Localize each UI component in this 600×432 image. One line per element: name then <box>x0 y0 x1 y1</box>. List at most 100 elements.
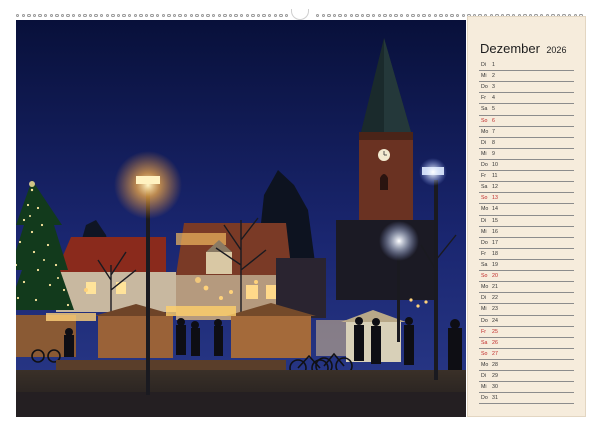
binding-hole <box>422 14 426 18</box>
binding-hole <box>128 14 132 18</box>
binding-hole <box>55 14 59 18</box>
day-number: 11 <box>492 173 498 180</box>
day-row[interactable]: Do 3 <box>479 82 574 94</box>
day-number: 8 <box>492 139 495 146</box>
weekday-label: Mo <box>481 361 489 368</box>
binding-hole <box>16 14 20 18</box>
day-number: 9 <box>492 150 495 157</box>
day-row[interactable]: Fr 18 <box>479 249 574 260</box>
day-number: 7 <box>492 128 495 135</box>
binding-hole <box>388 14 393 18</box>
day-row[interactable]: Di 22 <box>479 293 574 305</box>
day-row[interactable]: Fr 11 <box>479 171 574 183</box>
day-number: 6 <box>492 117 495 124</box>
binding-hole <box>223 14 227 18</box>
binding-hole <box>94 14 98 18</box>
binding-hole <box>240 14 244 18</box>
day-row[interactable]: Mi 23 <box>479 304 574 316</box>
day-number: 18 <box>492 250 498 257</box>
weekday-label: Di <box>481 139 487 146</box>
month-year: 2026 <box>546 45 567 55</box>
binding-hole <box>439 14 443 18</box>
binding-hole <box>195 14 199 18</box>
day-number: 21 <box>492 284 498 291</box>
day-row[interactable]: Sa 19 <box>479 260 574 272</box>
weekday-label: So <box>481 117 488 124</box>
binding-hole <box>284 14 289 18</box>
binding-hole <box>156 14 160 18</box>
weekday-label: Di <box>481 62 487 68</box>
weekday-label: Mi <box>481 306 487 313</box>
binding-hole <box>212 14 216 18</box>
binding-hole <box>172 14 177 18</box>
binding-hole <box>377 14 381 18</box>
binding-hole <box>228 14 233 18</box>
day-number: 29 <box>492 373 498 380</box>
weekday-label: Di <box>481 373 487 380</box>
day-row[interactable]: So 6 <box>479 116 574 127</box>
weekday-label: Fr <box>481 328 486 335</box>
day-number: 19 <box>492 261 498 268</box>
day-number: 12 <box>492 184 498 191</box>
christmas-market-photo <box>16 20 466 417</box>
day-row[interactable]: Fr 4 <box>479 93 574 105</box>
day-number: 25 <box>492 328 498 335</box>
day-row[interactable]: So 13 <box>479 193 574 205</box>
binding-hole <box>344 14 348 18</box>
day-row[interactable]: Sa 26 <box>479 338 574 349</box>
day-number: 26 <box>492 339 498 346</box>
day-row[interactable]: Do 31 <box>479 393 574 405</box>
day-number: 30 <box>492 384 498 391</box>
binding-hole <box>450 14 454 18</box>
weekday-label: Mi <box>481 384 487 391</box>
day-row[interactable]: Do 24 <box>479 316 574 327</box>
day-row[interactable]: Mi 2 <box>479 71 574 83</box>
day-number: 5 <box>492 106 495 113</box>
weekday-label: Di <box>481 217 487 224</box>
day-row[interactable]: Do 17 <box>479 238 574 249</box>
day-row[interactable]: Di 29 <box>479 371 574 383</box>
day-row[interactable]: Mo 28 <box>479 360 574 372</box>
binding-hole <box>200 14 205 18</box>
binding-hole <box>273 14 277 18</box>
day-row[interactable]: Mi 16 <box>479 227 574 238</box>
day-row[interactable]: So 20 <box>479 271 574 283</box>
binding-hole <box>111 14 115 18</box>
day-row[interactable]: Do 10 <box>479 160 574 172</box>
binding-hole <box>327 14 331 18</box>
binding-hole <box>21 14 25 18</box>
day-row[interactable]: Mo 21 <box>479 282 574 294</box>
day-row[interactable]: Sa 12 <box>479 182 574 194</box>
day-row[interactable]: Mo 7 <box>479 127 574 138</box>
day-row[interactable]: Di 8 <box>479 138 574 149</box>
weekday-label: Sa <box>481 184 488 191</box>
low-wall <box>56 360 286 370</box>
weekday-label: Mo <box>481 284 489 291</box>
binding-hole <box>332 14 337 18</box>
binding-hole <box>139 14 143 18</box>
day-row[interactable]: Sa 5 <box>479 104 574 116</box>
weekday-label: Fr <box>481 250 486 257</box>
day-row[interactable]: Di 15 <box>479 216 574 227</box>
weekday-label: Di <box>481 295 487 302</box>
day-row[interactable]: So 27 <box>479 349 574 360</box>
binding-hole <box>116 14 121 18</box>
binding-hole <box>189 14 193 18</box>
day-row[interactable]: Mo 14 <box>479 204 574 216</box>
binding-hole <box>133 14 137 18</box>
binding-hole <box>262 14 266 18</box>
binding-hole <box>428 14 432 18</box>
binding-hole <box>77 14 81 18</box>
day-number: 4 <box>492 95 495 102</box>
day-row[interactable]: Mi 30 <box>479 382 574 394</box>
day-number: 17 <box>492 239 498 246</box>
day-row[interactable]: Di 1 <box>479 60 574 72</box>
binding-hole <box>383 14 387 18</box>
binding-hole <box>83 14 87 18</box>
day-number: 23 <box>492 306 498 313</box>
binding-hole <box>366 14 370 18</box>
day-row[interactable]: Mi 9 <box>479 149 574 160</box>
binding-hole <box>349 14 353 18</box>
day-row[interactable]: Fr 25 <box>479 327 574 338</box>
weekday-label: Mo <box>481 206 489 213</box>
